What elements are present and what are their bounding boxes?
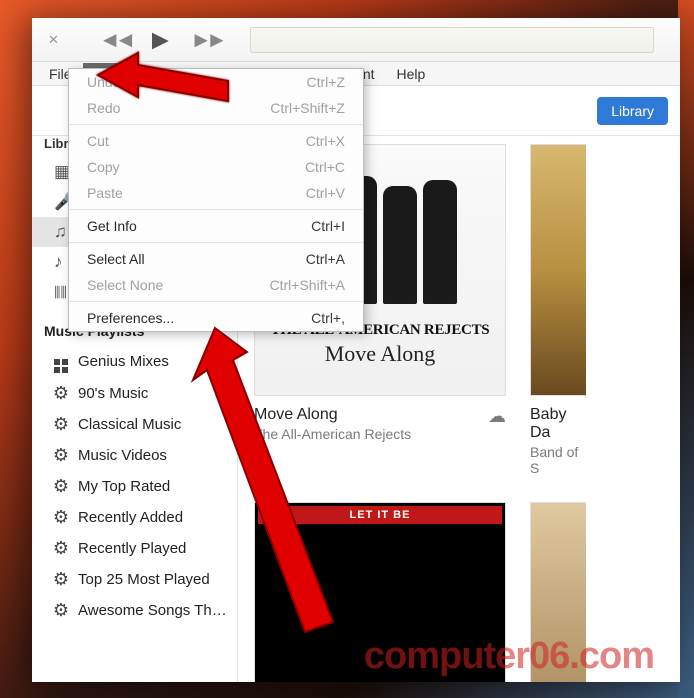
gear-icon [52,445,70,466]
gear-icon [52,569,70,590]
album-cover [530,144,586,396]
genius-icon [52,350,70,373]
menu-item-label: Paste [87,185,123,201]
menu-copy[interactable]: Copy Ctrl+C [69,154,363,180]
shuffle-repeat-group: ✕ [48,32,59,48]
menu-item-label: Select All [87,251,145,267]
menu-item-shortcut: Ctrl+A [306,251,345,267]
menu-item-shortcut: Ctrl+Shift+Z [270,100,345,116]
playlist-label: Music Videos [78,447,167,464]
playlist-label: Classical Music [78,416,181,433]
menu-separator [69,301,363,302]
playlist-label: Genius Mixes [78,353,169,370]
gear-icon [52,507,70,528]
menu-item-shortcut: Ctrl+I [311,218,345,234]
gear-icon [52,476,70,497]
menu-get-info[interactable]: Get Info Ctrl+I [69,213,363,239]
menu-item-label: Copy [87,159,120,175]
now-playing-display [250,27,654,53]
menu-cut[interactable]: Cut Ctrl+X [69,128,363,154]
menu-help[interactable]: Help [386,63,437,85]
gear-icon [52,414,70,435]
menu-item-shortcut: Ctrl+V [306,185,345,201]
playlist-label: 90's Music [78,385,148,402]
playlist-label: Recently Added [78,509,183,526]
menu-paste[interactable]: Paste Ctrl+V [69,180,363,206]
playlist-label: My Top Rated [78,478,170,495]
menu-item-shortcut: Ctrl+C [305,159,345,175]
cloud-download-icon[interactable]: ☁ [488,406,506,427]
album-title: Baby Da [530,406,586,442]
menu-separator [69,209,363,210]
album-baby-da[interactable]: Baby Da Band of S [530,144,586,476]
annotation-arrow-edit [90,45,240,125]
menu-item-label: Get Info [87,218,137,234]
annotation-arrow-preferences [175,310,355,650]
menu-select-all[interactable]: Select All Ctrl+A [69,246,363,272]
menu-item-label: Preferences... [87,310,174,326]
desktop-wallpaper-edge [678,0,694,698]
menu-item-label: Select None [87,277,163,293]
gear-icon [52,600,70,621]
menu-item-shortcut: Ctrl+Shift+A [270,277,345,293]
menu-select-none[interactable]: Select None Ctrl+Shift+A [69,272,363,298]
gear-icon [52,538,70,559]
album-artist: Band of S [530,444,586,476]
menu-item-label: Cut [87,133,109,149]
watermark-text: computer06.com [364,635,654,678]
menu-item-shortcut: Ctrl+Z [307,74,346,90]
menu-item-shortcut: Ctrl+X [306,133,345,149]
playlist-label: Recently Played [78,540,186,557]
menu-separator [69,242,363,243]
shuffle-icon[interactable]: ✕ [48,32,59,48]
library-button[interactable]: Library [597,97,668,125]
gear-icon [52,383,70,404]
